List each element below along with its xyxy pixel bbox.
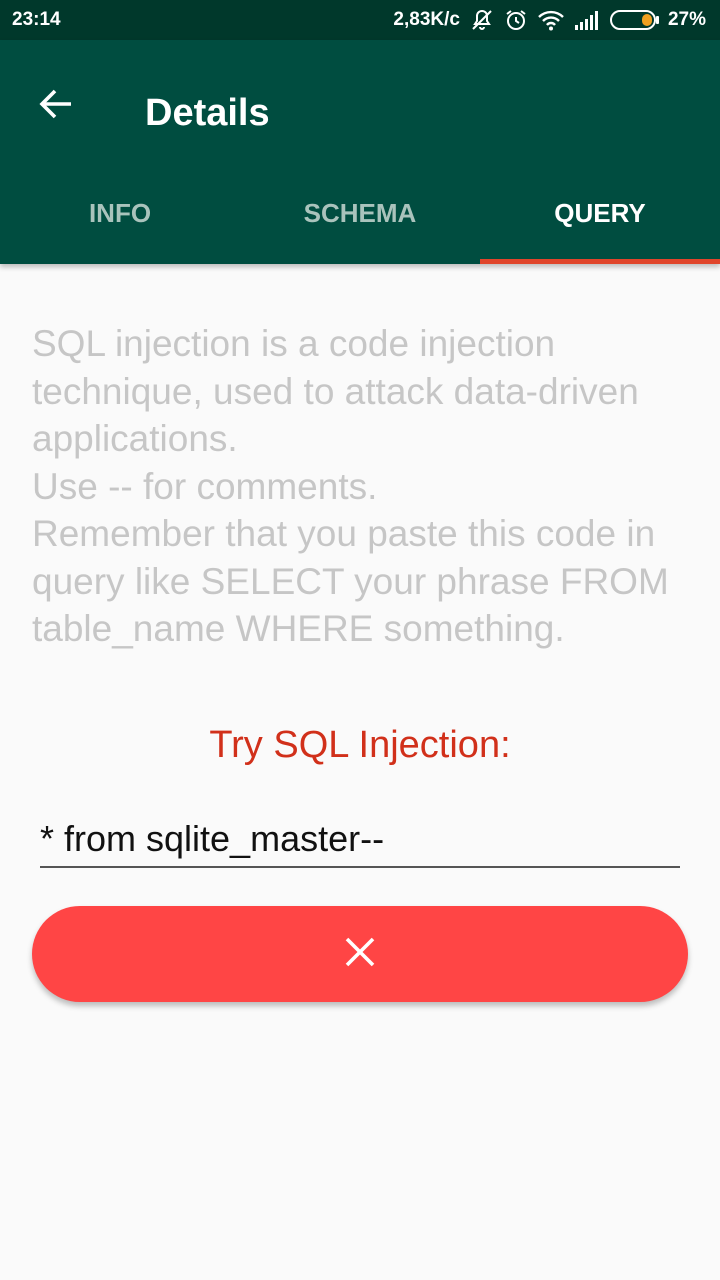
wifi-icon xyxy=(538,9,564,31)
bell-muted-icon xyxy=(470,8,494,32)
status-time: 23:14 xyxy=(12,9,61,30)
battery-percent: 27% xyxy=(667,9,706,30)
page-title: Details xyxy=(145,92,270,134)
tab-bar: INFO SCHEMA QUERY xyxy=(0,168,720,264)
tab-info[interactable]: INFO xyxy=(0,168,240,264)
tab-indicator xyxy=(480,259,720,264)
signal-icon xyxy=(574,9,600,31)
query-input[interactable] xyxy=(40,812,680,868)
tab-schema[interactable]: SCHEMA xyxy=(240,168,480,264)
back-button[interactable] xyxy=(24,74,88,138)
alarm-icon xyxy=(504,8,528,32)
close-icon xyxy=(344,936,376,973)
arrow-left-icon xyxy=(38,86,74,127)
tab-query[interactable]: QUERY xyxy=(480,168,720,264)
status-bar: 23:14 2,83K/c 27% xyxy=(0,0,720,40)
app-bar: Details INFO SCHEMA QUERY xyxy=(0,40,720,264)
network-speed: 2,83K/c xyxy=(393,9,460,30)
sql-injection-description: SQL injection is a code injection techni… xyxy=(32,323,669,649)
close-button[interactable] xyxy=(32,906,688,1002)
status-icons: 2,83K/c 27% xyxy=(393,6,706,34)
battery-icon xyxy=(609,9,660,31)
try-sql-injection-label: Try SQL Injection: xyxy=(209,724,511,766)
